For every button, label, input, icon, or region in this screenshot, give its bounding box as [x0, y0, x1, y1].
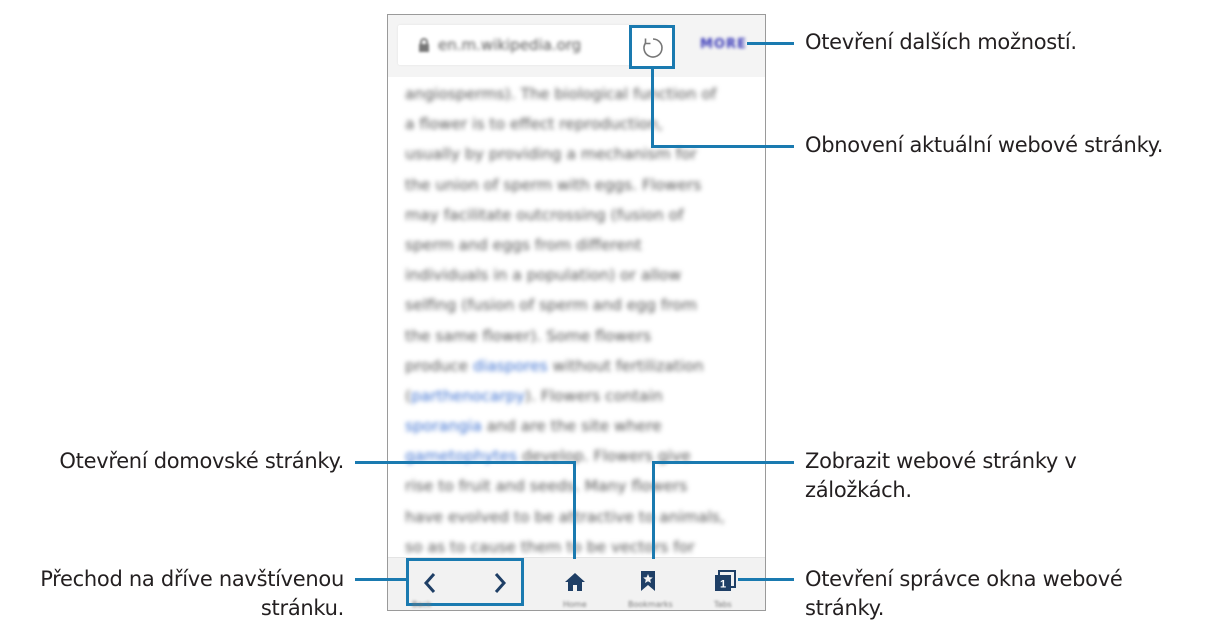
bookmark-leader-v: [652, 461, 655, 559]
address-bar: en.m.wikipedia.org MORE: [388, 15, 765, 77]
article-text-run: without fertilization: [547, 356, 704, 375]
callout-navigation-line1: Přechod na dříve navštívenou: [40, 567, 344, 591]
refresh-button[interactable]: [629, 25, 675, 69]
callout-home: Otevření domovské stránky.: [59, 449, 344, 473]
lock-icon: [419, 38, 429, 52]
article-line: rise to fruit and seeds. Many flowers: [405, 471, 755, 501]
callout-bookmarks-line1: Zobrazit webové stránky v: [805, 449, 1077, 473]
article-line: individuals in a population) or allow: [405, 260, 755, 290]
home-label: Home: [563, 600, 587, 609]
tab-count: 1: [720, 579, 726, 591]
article-line: (parthenocarpy). Flowers contain: [405, 381, 755, 411]
callout-bookmarks-line2: záložkách.: [805, 478, 912, 502]
article-text-run: and are the site where: [481, 417, 662, 436]
article-line: may facilitate outcrossing (fusion of: [405, 200, 755, 230]
article-text-run: sperm and eggs from different: [405, 235, 642, 254]
back-label: Back: [412, 600, 432, 609]
back-icon[interactable]: [423, 572, 437, 594]
article-line: sporangia and are the site where: [405, 411, 755, 441]
back-forward-buttons: [406, 558, 524, 606]
callout-more-options: Otevření dalších možností.: [805, 30, 1077, 54]
tabs-label: Tabs: [714, 600, 732, 609]
callout-tabs-line1: Otevření správce okna webové: [805, 567, 1123, 591]
article-line: gametophytes develop. Flowers give: [405, 441, 755, 471]
url-field[interactable]: en.m.wikipedia.org: [398, 25, 668, 65]
more-leader: [747, 42, 794, 45]
refresh-leader-v: [651, 66, 654, 148]
callout-navigation: Přechod na dříve navštívenou stránku.: [0, 565, 344, 623]
article-line: selfing (fusion of sperm and egg from: [405, 290, 755, 320]
article-text: angiosperms). The biological function of…: [405, 79, 755, 562]
bottom-toolbar: Back Home Bookmarks 1 Tabs: [388, 557, 765, 610]
article-text-run: individuals in a population) or allow: [405, 266, 682, 285]
callout-bookmarks: Zobrazit webové stránky v záložkách.: [805, 447, 1077, 505]
nav-leader: [355, 578, 407, 581]
article-text-run: the same flower). Some flowers: [405, 326, 652, 345]
article-text-run: have evolved to be attractive to animals…: [405, 507, 725, 526]
article-line: a flower is to effect reproduction,: [405, 109, 755, 139]
bookmarks-label: Bookmarks: [628, 600, 673, 609]
bookmark-leader-h: [652, 461, 794, 464]
article-link[interactable]: diaspores: [473, 357, 548, 375]
article-line: usually by providing a mechanism for: [405, 139, 755, 169]
article-line: the union of sperm with eggs. Flowers: [405, 170, 755, 200]
url-text: en.m.wikipedia.org: [438, 36, 582, 54]
callout-refresh: Obnovení aktuální webové stránky.: [805, 133, 1164, 157]
article-line: the same flower). Some flowers: [405, 321, 755, 351]
callout-tabs-line2: stránky.: [805, 596, 885, 620]
article-text-run: a flower is to effect reproduction,: [405, 115, 663, 134]
tabs-icon[interactable]: 1: [713, 570, 737, 592]
article-line: angiosperms). The biological function of: [405, 79, 755, 109]
article-text-run: rise to fruit and seeds. Many flowers: [405, 477, 688, 496]
home-leader-h: [355, 461, 576, 464]
callout-tabs: Otevření správce okna webové stránky.: [805, 565, 1123, 623]
article-line: produce diaspores without fertilization: [405, 351, 755, 381]
article-text-run: the union of sperm with eggs. Flowers: [405, 175, 702, 194]
article-text-run: produce: [405, 356, 474, 375]
home-leader-v: [573, 461, 576, 559]
tabs-leader: [738, 578, 794, 581]
article-text-run: usually by providing a mechanism for: [405, 145, 697, 164]
refresh-icon: [643, 38, 663, 58]
article-line: sperm and eggs from different: [405, 230, 755, 260]
phone-screenshot: en.m.wikipedia.org MORE angiosperms). Th…: [387, 14, 766, 611]
article-link[interactable]: parthenocarpy: [411, 387, 525, 405]
callout-navigation-line2: stránku.: [260, 596, 344, 620]
article-text-run: ). Flowers contain: [524, 386, 663, 405]
home-icon[interactable]: [564, 572, 586, 592]
refresh-leader-h: [651, 145, 794, 148]
article-text-run: selfing (fusion of sperm and egg from: [405, 296, 697, 315]
article-line: have evolved to be attractive to animals…: [405, 502, 755, 532]
forward-icon[interactable]: [493, 572, 507, 594]
article-text-run: angiosperms). The biological function of: [405, 85, 717, 103]
article-link[interactable]: sporangia: [405, 417, 482, 435]
bookmark-icon[interactable]: [640, 570, 656, 592]
article-text-run: may facilitate outcrossing (fusion of: [405, 205, 684, 224]
more-button[interactable]: MORE: [700, 37, 747, 52]
